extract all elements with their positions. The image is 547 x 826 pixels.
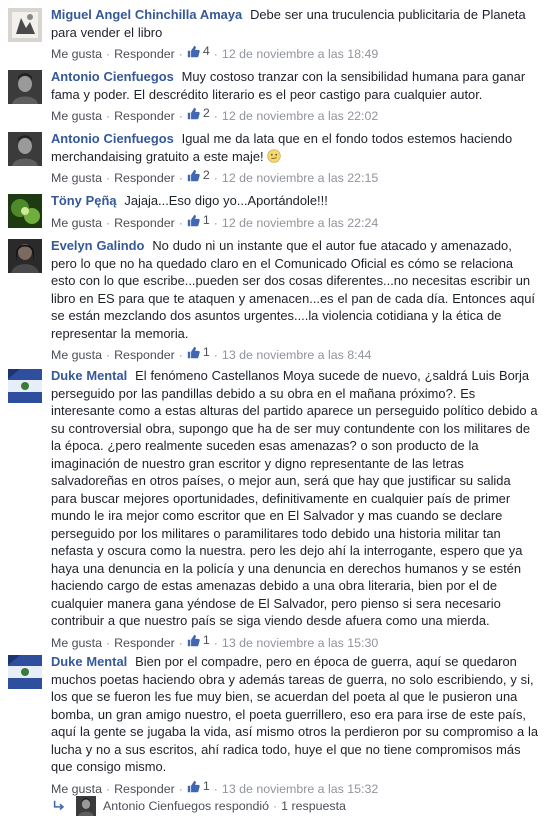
reply-button[interactable]: Responder [114, 47, 175, 61]
reply-button[interactable]: Responder [114, 348, 175, 362]
reply-action: respondió [214, 799, 270, 813]
avatar[interactable] [8, 239, 42, 273]
portrait-avatar-icon [8, 70, 42, 104]
like-button[interactable]: Me gusta [51, 216, 102, 230]
thumbs-up-icon [187, 780, 200, 793]
like-button[interactable]: Me gusta [51, 47, 102, 61]
avatar[interactable] [8, 70, 42, 104]
dark-photo-avatar-icon [8, 239, 42, 273]
thumbs-up-icon [187, 214, 200, 227]
comment-timestamp[interactable]: 13 de noviembre a las 8:44 [222, 348, 371, 362]
comment-actions: Me gusta · Responder · 1 · 13 de noviembre a l… [51, 778, 379, 796]
thumbs-up-icon [187, 107, 200, 120]
comment-text: Bien por el compadre, pero en época de g… [51, 654, 539, 774]
comment-actions: Me gusta · Responder · 1 · 13 de noviembre a l… [51, 632, 379, 650]
thumbs-up-icon [187, 169, 200, 182]
reply-arrow-icon [52, 799, 66, 813]
avatar[interactable] [8, 132, 42, 166]
comment-timestamp[interactable]: 13 de noviembre a las 15:32 [222, 782, 378, 796]
like-count[interactable]: 2 [187, 105, 210, 122]
comment-timestamp[interactable]: 12 de noviembre a las 22:02 [222, 109, 378, 123]
view-replies-link[interactable]: Antonio Cienfuegos respondió · 1 respuesta [52, 796, 346, 816]
blue-flag-avatar-icon [8, 655, 42, 689]
comment-author[interactable]: Duke Mental [51, 368, 127, 383]
comment-actions: Me gusta · Responder · 1 · 13 de noviembre a l… [51, 344, 372, 362]
green-abstract-avatar-icon [8, 194, 42, 228]
reply-button[interactable]: Responder [114, 109, 175, 123]
reply-button[interactable]: Responder [114, 636, 175, 650]
avatar[interactable] [8, 8, 42, 42]
comment-timestamp[interactable]: 12 de noviembre a las 18:49 [222, 47, 378, 61]
comment-author[interactable]: Duke Mental [51, 654, 127, 669]
comment-timestamp[interactable]: 12 de noviembre a las 22:15 [222, 171, 378, 185]
comment-actions: Me gusta · Responder · 2 · 12 de noviembre a l… [51, 105, 379, 123]
thumbs-up-icon [187, 45, 200, 58]
comment-timestamp[interactable]: 13 de noviembre a las 15:30 [222, 636, 378, 650]
comment-actions: Me gusta · Responder · 4 · 12 de noviembre a l… [51, 43, 379, 61]
comment-author[interactable]: Evelyn Galindo [51, 238, 144, 253]
like-button[interactable]: Me gusta [51, 348, 102, 362]
like-count[interactable]: 1 [187, 344, 210, 361]
portrait-avatar-icon [8, 132, 42, 166]
like-count[interactable]: 1 [187, 632, 210, 649]
comment-actions: Me gusta · Responder · 1 · 12 de noviembre a l… [51, 212, 379, 230]
like-button[interactable]: Me gusta [51, 109, 102, 123]
avatar[interactable] [8, 369, 42, 403]
portrait-avatar-icon [76, 796, 96, 816]
comment-text: El fenómeno Castellanos Moya sucede de n… [51, 368, 538, 628]
reply-button[interactable]: Responder [114, 171, 175, 185]
avatar[interactable] [8, 194, 42, 228]
comment-author[interactable]: Tönу Pęñą [51, 193, 116, 208]
like-button[interactable]: Me gusta [51, 782, 102, 796]
like-button[interactable]: Me gusta [51, 636, 102, 650]
like-count[interactable]: 1 [187, 212, 210, 229]
comment-author[interactable]: Antonio Cienfuegos [51, 69, 174, 84]
confused-face-emoji-icon [267, 148, 282, 163]
comment-timestamp[interactable]: 12 de noviembre a las 22:24 [222, 216, 378, 230]
book-cover-avatar-icon [8, 8, 42, 42]
avatar [76, 796, 96, 816]
comment-actions: Me gusta · Responder · 2 · 12 de noviembre a l… [51, 167, 379, 185]
comment-text: Jajaja...Eso digo yo...Aportándole!!! [124, 193, 328, 208]
comment-author[interactable]: Antonio Cienfuegos [51, 131, 174, 146]
blue-flag-avatar-icon [8, 369, 42, 403]
reply-button[interactable]: Responder [114, 216, 175, 230]
reply-button[interactable]: Responder [114, 782, 175, 796]
thumbs-up-icon [187, 634, 200, 647]
like-button[interactable]: Me gusta [51, 171, 102, 185]
reply-author: Antonio Cienfuegos [103, 799, 212, 813]
like-count[interactable]: 4 [187, 43, 210, 60]
comment-author[interactable]: Miguel Angel Chinchilla Amaya [51, 7, 242, 22]
thumbs-up-icon [187, 346, 200, 359]
like-count[interactable]: 1 [187, 778, 210, 795]
comment-text: No dudo ni un instante que el autor fue … [51, 238, 535, 341]
avatar[interactable] [8, 655, 42, 689]
reply-count: 1 respuesta [281, 799, 346, 813]
like-count[interactable]: 2 [187, 167, 210, 184]
